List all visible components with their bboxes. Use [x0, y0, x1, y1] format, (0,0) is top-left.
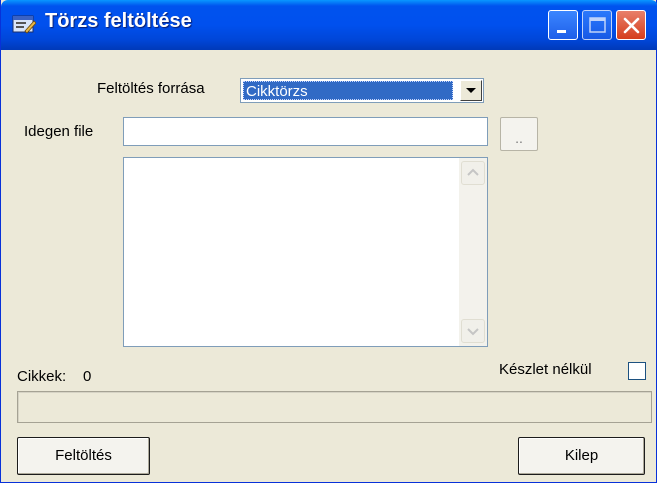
minimize-icon — [557, 30, 566, 33]
dialog-window: Törzs feltöltése Feltöltés forrása Cikkt… — [0, 0, 657, 483]
upload-button[interactable]: Feltöltés — [17, 437, 150, 475]
maximize-icon — [589, 17, 606, 33]
scroll-down-button[interactable] — [461, 319, 485, 343]
window-title: Törzs feltöltése — [45, 10, 192, 32]
chevron-up-icon — [467, 168, 479, 176]
scroll-up-button[interactable] — [461, 161, 485, 185]
items-count: 0 — [83, 368, 92, 385]
close-icon — [623, 17, 640, 34]
source-dropdown[interactable]: Cikktörzs — [240, 78, 484, 103]
without-stock-label: Készlet nélkül — [499, 361, 592, 378]
minimize-button[interactable] — [548, 10, 578, 40]
progress-bar — [17, 391, 652, 423]
browse-button[interactable]: .. — [500, 117, 538, 151]
maximize-button[interactable] — [582, 10, 612, 40]
dropdown-arrow-button[interactable] — [460, 80, 482, 101]
chevron-down-icon — [466, 88, 476, 93]
foreign-file-label: Idegen file — [24, 123, 94, 140]
chevron-down-icon — [467, 328, 479, 336]
file-content-list[interactable] — [123, 157, 488, 347]
exit-button[interactable]: Kilep — [518, 437, 645, 475]
foreign-file-input[interactable] — [123, 117, 488, 146]
without-stock-checkbox[interactable] — [628, 362, 646, 380]
source-label: Feltöltés forrása — [97, 80, 205, 97]
app-icon — [12, 13, 37, 35]
source-selected-value: Cikktörzs — [243, 81, 453, 100]
title-bar[interactable]: Törzs feltöltése — [1, 0, 657, 50]
items-label: Cikkek: — [17, 368, 67, 385]
close-button[interactable] — [616, 10, 646, 40]
vertical-scrollbar[interactable] — [459, 158, 487, 346]
